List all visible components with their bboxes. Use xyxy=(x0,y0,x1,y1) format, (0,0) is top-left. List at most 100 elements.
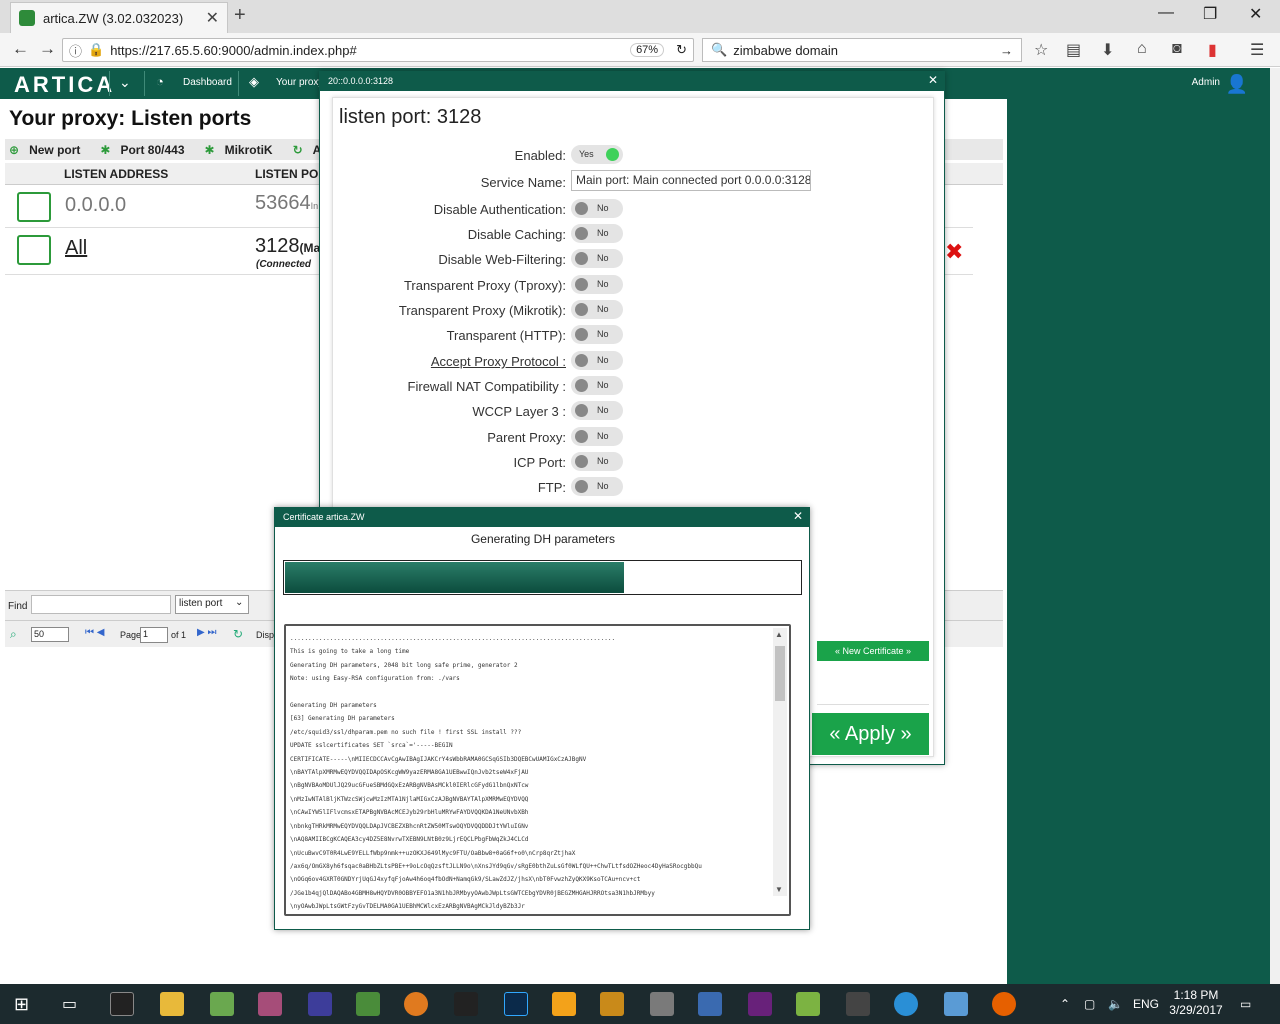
scroll-thumb[interactable] xyxy=(775,646,785,701)
accept-proxy-protocol-toggle[interactable]: No xyxy=(571,351,623,370)
delete-icon[interactable]: ✖ xyxy=(945,239,963,265)
pocket-icon[interactable]: ◙ xyxy=(1172,40,1182,58)
volume-icon[interactable]: 🔈 xyxy=(1108,997,1123,1011)
column-listen-address[interactable]: LISTEN ADDRESS xyxy=(64,167,168,181)
firewall-nat-toggle[interactable]: No xyxy=(571,376,623,395)
app-icon[interactable] xyxy=(796,992,820,1016)
reload-icon[interactable]: ↻ xyxy=(676,42,687,58)
scroll-up-icon[interactable]: ▲ xyxy=(775,630,783,639)
app-icon[interactable] xyxy=(650,992,674,1016)
app-icon[interactable] xyxy=(308,992,332,1016)
reading-list-icon[interactable]: ▤ xyxy=(1066,40,1081,60)
refresh-icon[interactable]: ↻ xyxy=(233,627,243,641)
app-icon[interactable] xyxy=(356,992,380,1016)
app-icon[interactable] xyxy=(258,992,282,1016)
disable-web-filtering-toggle[interactable]: No xyxy=(571,249,623,268)
per-page-select[interactable]: 50 xyxy=(31,627,69,642)
enabled-toggle[interactable]: Yes xyxy=(571,145,623,164)
find-input[interactable] xyxy=(31,595,171,614)
visual-studio-icon[interactable] xyxy=(748,992,772,1016)
file-explorer-icon[interactable] xyxy=(160,992,184,1016)
log-line: UPDATE sslcertificates SET `srca`='-----… xyxy=(290,742,453,750)
header-link-dashboard[interactable]: Dashboard xyxy=(183,77,232,88)
ftp-toggle[interactable]: No xyxy=(571,477,623,496)
close-tab-icon[interactable]: ✕ xyxy=(206,8,219,28)
search-box[interactable]: 🔍 zimbabwe domain → xyxy=(702,38,1022,62)
log-scrollbar[interactable]: ▲ ▼ xyxy=(773,628,787,896)
search-icon[interactable]: ⌕ xyxy=(10,627,17,642)
parent-proxy-toggle[interactable]: No xyxy=(571,427,623,446)
user-icon[interactable]: 👤 xyxy=(1226,74,1248,95)
close-window-icon[interactable]: ✕ xyxy=(1249,4,1262,24)
app-icon[interactable] xyxy=(600,992,624,1016)
download-icon[interactable]: ⬇ xyxy=(1101,40,1114,60)
close-icon[interactable]: ✕ xyxy=(793,509,803,523)
transparent-tproxy-toggle[interactable]: No xyxy=(571,275,623,294)
close-icon[interactable]: ✕ xyxy=(928,73,938,87)
home-icon[interactable]: ⌂ xyxy=(1137,40,1147,58)
artica-logo[interactable]: ARTICA xyxy=(14,72,115,98)
app-icon[interactable] xyxy=(894,992,918,1016)
icp-port-toggle[interactable]: No xyxy=(571,452,623,471)
admin-label[interactable]: Admin xyxy=(1192,77,1220,88)
app-icon[interactable] xyxy=(552,992,576,1016)
listen-address-link[interactable]: All xyxy=(65,237,87,260)
app-icon[interactable] xyxy=(944,992,968,1016)
chevron-down-icon[interactable]: ⌄ xyxy=(119,74,131,91)
lock-warning-icon[interactable]: 🔒 xyxy=(88,42,104,58)
blender-icon[interactable] xyxy=(404,992,428,1016)
tray-chevron-icon[interactable]: ⌃ xyxy=(1060,997,1070,1011)
column-listen-port[interactable]: LISTEN PO xyxy=(255,167,318,181)
extension-icon[interactable]: ▮ xyxy=(1208,40,1217,60)
search-go-icon[interactable]: → xyxy=(1000,43,1013,58)
browser-tab[interactable]: artica.ZW (3.02.032023) ✕ xyxy=(10,2,228,33)
service-name-input[interactable]: Main port: Main connected port 0.0.0.0:3… xyxy=(571,170,811,191)
clock[interactable]: 1:18 PM 3/29/2017 xyxy=(1168,988,1224,1018)
url-bar[interactable]: ⓘ 🔒 https://217.65.5.60:9000/admin.index… xyxy=(62,38,694,62)
task-view-icon[interactable]: ▭ xyxy=(62,994,77,1014)
new-tab-icon[interactable]: + xyxy=(234,4,246,27)
zoom-level[interactable]: 67% xyxy=(630,43,665,57)
app-icon[interactable] xyxy=(454,992,478,1016)
forward-icon[interactable]: → xyxy=(39,39,56,59)
app-icon[interactable] xyxy=(846,992,870,1016)
apply-dialog-button[interactable]: « Apply » xyxy=(812,713,929,755)
scroll-down-icon[interactable]: ▼ xyxy=(775,885,783,894)
first-page-icon[interactable]: ⏮ ◀ xyxy=(85,627,104,638)
notifications-icon[interactable]: ▭ xyxy=(1240,997,1251,1011)
bookmark-star-icon[interactable]: ☆ xyxy=(1034,40,1048,60)
new-port-button[interactable]: ⊕ New port xyxy=(9,143,90,157)
photoshop-icon[interactable] xyxy=(504,992,528,1016)
firefox-icon[interactable] xyxy=(992,992,1016,1016)
app-icon[interactable] xyxy=(698,992,722,1016)
dialog-title-bar[interactable]: 20::0.0.0.0:3128 ✕ xyxy=(320,72,944,91)
minimize-icon[interactable]: — xyxy=(1158,4,1174,22)
app-icon[interactable] xyxy=(210,992,234,1016)
chevron-down-icon[interactable]: ⌄ xyxy=(235,597,243,608)
transparent-http-toggle[interactable]: No xyxy=(571,325,623,344)
restore-icon[interactable]: ❐ xyxy=(1203,4,1217,24)
transparent-mikrotik-toggle[interactable]: No xyxy=(571,300,623,319)
page-input[interactable]: 1 xyxy=(140,627,168,643)
header-link-your-proxy[interactable]: Your proxy xyxy=(276,77,323,88)
menu-icon[interactable]: ☰ xyxy=(1250,40,1264,60)
accept-proxy-protocol-link[interactable]: Accept Proxy Protocol : xyxy=(431,354,566,369)
wccp-layer3-toggle[interactable]: No xyxy=(571,401,623,420)
network-tray-icon[interactable]: ▢ xyxy=(1084,997,1095,1011)
port-80-443-button[interactable]: ✱ Port 80/443 xyxy=(100,143,194,157)
info-icon[interactable]: ⓘ xyxy=(69,41,82,60)
windows-start-icon[interactable]: ⊞ xyxy=(14,994,29,1015)
next-page-icon[interactable]: ▶ ⏭ xyxy=(197,627,216,638)
terminal-icon[interactable] xyxy=(110,992,134,1016)
mikrotik-button[interactable]: ✱ MikrotiK xyxy=(205,143,283,157)
back-icon[interactable]: ← xyxy=(12,39,29,59)
page-scrollbar[interactable] xyxy=(1270,68,1280,984)
dialog-title-bar[interactable]: Certificate artica.ZW ✕ xyxy=(275,508,809,527)
log-output[interactable]: ........................................… xyxy=(284,624,791,916)
new-certificate-button[interactable]: « New Certificate » xyxy=(817,641,929,661)
disable-caching-toggle[interactable]: No xyxy=(571,224,623,243)
log-line: [63] Generating DH parameters xyxy=(290,715,395,723)
language-indicator[interactable]: ENG xyxy=(1133,997,1159,1011)
disable-authentication-toggle[interactable]: No xyxy=(571,199,623,218)
progress-bar xyxy=(283,560,802,595)
